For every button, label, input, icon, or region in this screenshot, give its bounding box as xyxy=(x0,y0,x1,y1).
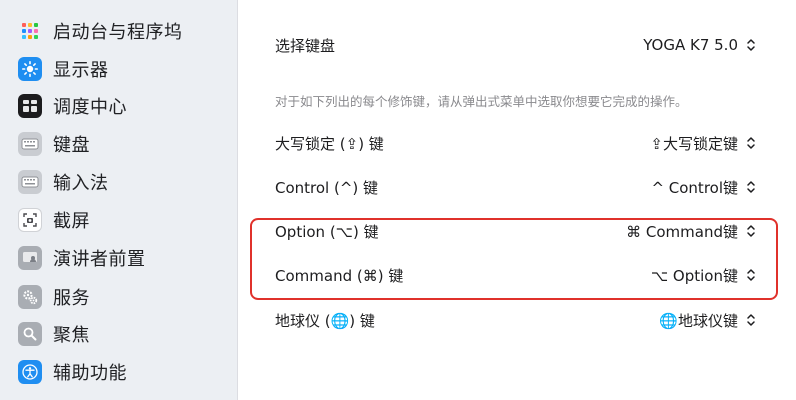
accessibility-icon xyxy=(18,360,42,384)
control-label: Control (^) 键 xyxy=(275,178,379,197)
sidebar-item-label: 截屏 xyxy=(53,211,90,232)
option-label: Option (⌥) 键 xyxy=(275,222,379,241)
sidebar-item-label: 键盘 xyxy=(53,135,90,156)
launchpad-dock-icon xyxy=(18,19,42,43)
select-keyboard-row: 选择键盘 YOGA K7 5.0 xyxy=(275,30,756,60)
sidebar-item-input-method[interactable]: 输入法 xyxy=(18,169,109,195)
screenshot-icon xyxy=(18,208,42,232)
caps-lock-value: ⇪大写锁定键 xyxy=(650,134,738,153)
mission-control-icon xyxy=(18,94,42,118)
up-down-chevron-icon xyxy=(747,225,755,237)
sidebar-item-displays[interactable]: 显示器 xyxy=(18,56,109,82)
up-down-chevron-icon xyxy=(747,181,755,193)
control-popup[interactable]: ^ Control键 xyxy=(651,177,756,198)
globe-value: 🌐地球仪键 xyxy=(659,311,738,330)
caps-lock-row: 大写锁定 (⇪) 键 ⇪大写锁定键 xyxy=(275,128,756,158)
globe-label: 地球仪 (🌐) 键 xyxy=(275,311,375,330)
globe-row: 地球仪 (🌐) 键 🌐地球仪键 xyxy=(275,305,756,335)
sidebar-item-screenshot[interactable]: 截屏 xyxy=(18,207,90,233)
sidebar-item-label: 服务 xyxy=(53,288,90,309)
presenter-overlay-icon xyxy=(18,246,42,270)
brightness-icon xyxy=(18,57,42,81)
input-method-icon xyxy=(18,170,42,194)
sidebar-item-label: 调度中心 xyxy=(53,97,127,118)
sidebar-item-keyboard[interactable]: 键盘 xyxy=(18,131,90,157)
option-value: ⌘ Command键 xyxy=(626,222,738,241)
sidebar-item-accessibility[interactable]: 辅助功能 xyxy=(18,359,127,385)
command-value: ⌥ Option键 xyxy=(650,266,738,285)
command-label: Command (⌘) 键 xyxy=(275,266,404,285)
up-down-chevron-icon xyxy=(747,269,755,281)
keyboard-icon xyxy=(18,132,42,156)
select-keyboard-popup[interactable]: YOGA K7 5.0 xyxy=(643,36,756,54)
sidebar-item-label: 辅助功能 xyxy=(53,363,127,384)
option-row: Option (⌥) 键 ⌘ Command键 xyxy=(275,216,756,246)
sidebar-item-presenter-overlay[interactable]: 演讲者前置 xyxy=(18,245,146,271)
control-value: ^ Control键 xyxy=(651,178,738,197)
sidebar-item-label: 显示器 xyxy=(53,60,109,81)
sidebar-item-label: 启动台与程序坞 xyxy=(53,22,183,43)
magnifier-icon xyxy=(18,322,42,346)
sidebar-item-spotlight[interactable]: 聚焦 xyxy=(18,321,90,347)
caps-lock-label: 大写锁定 (⇪) 键 xyxy=(275,134,384,153)
option-popup[interactable]: ⌘ Command键 xyxy=(626,221,756,242)
sidebar-item-label: 演讲者前置 xyxy=(53,249,146,270)
modifier-description: 对于如下列出的每个修饰键，请从弹出式菜单中选取你想要它完成的操作。 xyxy=(275,94,688,109)
gears-icon xyxy=(18,285,42,309)
sidebar: 启动台与程序坞 显示器 调度中心 键盘 输入法 截屏 演讲者前置 服务 聚焦 辅… xyxy=(0,0,238,400)
up-down-chevron-icon xyxy=(747,39,755,51)
command-popup[interactable]: ⌥ Option键 xyxy=(651,265,756,286)
command-row: Command (⌘) 键 ⌥ Option键 xyxy=(275,260,756,290)
up-down-chevron-icon xyxy=(747,137,755,149)
sidebar-item-launchpad-dock[interactable]: 启动台与程序坞 xyxy=(18,18,183,44)
up-down-chevron-icon xyxy=(747,314,755,326)
control-row: Control (^) 键 ^ Control键 xyxy=(275,172,756,202)
caps-lock-popup[interactable]: ⇪大写锁定键 xyxy=(650,133,756,154)
sidebar-item-services[interactable]: 服务 xyxy=(18,284,90,310)
sidebar-item-label: 输入法 xyxy=(53,173,109,194)
sidebar-item-label: 聚焦 xyxy=(53,325,90,346)
sidebar-item-mission-control[interactable]: 调度中心 xyxy=(18,93,127,119)
keyboard-modifier-settings: 选择键盘 YOGA K7 5.0 对于如下列出的每个修饰键，请从弹出式菜单中选取… xyxy=(239,0,796,400)
select-keyboard-label: 选择键盘 xyxy=(275,36,336,55)
select-keyboard-value: YOGA K7 5.0 xyxy=(643,36,738,54)
globe-popup[interactable]: 🌐地球仪键 xyxy=(659,310,756,331)
